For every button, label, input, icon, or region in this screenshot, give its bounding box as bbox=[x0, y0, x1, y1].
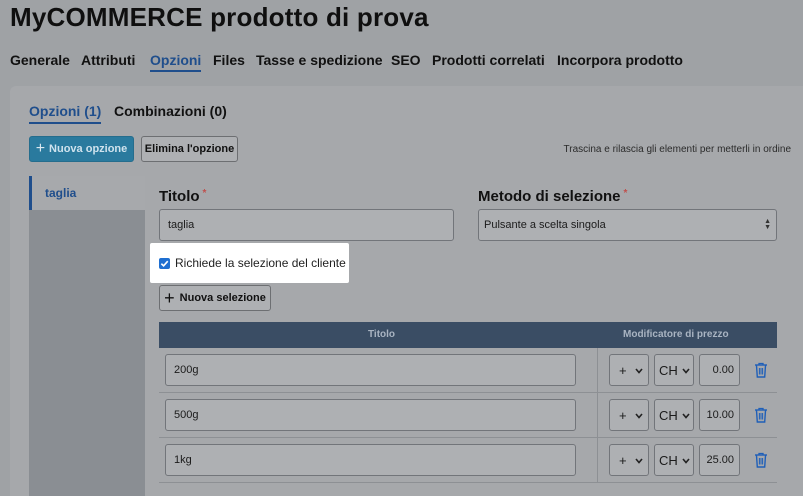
row-divider bbox=[597, 348, 598, 392]
currency-value: CH bbox=[659, 407, 678, 423]
options-sidebar bbox=[29, 176, 145, 496]
title-field-label: Titolo * bbox=[159, 188, 206, 205]
selection-title-input[interactable]: 1kg bbox=[165, 444, 576, 476]
new-selection-button[interactable]: + Nuova selezione bbox=[159, 285, 271, 311]
price-amount-input[interactable]: 0.00 bbox=[699, 354, 740, 386]
tab-tasse-spedizione[interactable]: Tasse e spedizione bbox=[256, 50, 383, 70]
tab-prodotti-correlati[interactable]: Prodotti correlati bbox=[432, 50, 545, 70]
method-field-label: Metodo di selezione * bbox=[478, 188, 627, 205]
tab-generale[interactable]: Generale bbox=[10, 50, 70, 70]
trash-icon[interactable] bbox=[754, 407, 768, 423]
new-selection-label: Nuova selezione bbox=[179, 292, 266, 304]
new-option-label: Nuova opzione bbox=[49, 143, 128, 155]
sidebar-item-taglia[interactable]: taglia bbox=[29, 176, 145, 210]
checkmark-icon bbox=[160, 260, 169, 268]
method-label-text: Metodo di selezione bbox=[478, 188, 621, 205]
chevron-down-icon bbox=[682, 413, 690, 419]
currency-value: CH bbox=[659, 452, 678, 468]
price-sign-value: + bbox=[619, 362, 627, 378]
table-row: 200g + CH 0.00 bbox=[159, 348, 777, 393]
tab-files[interactable]: Files bbox=[213, 50, 245, 70]
drag-hint: Trascina e rilascia gli elementi per met… bbox=[563, 144, 792, 155]
delete-option-button[interactable]: Elimina l'opzione bbox=[141, 136, 238, 162]
option-title-input[interactable]: taglia bbox=[159, 209, 454, 241]
column-title: Titolo bbox=[368, 329, 396, 340]
price-amount-input[interactable]: 10.00 bbox=[699, 399, 740, 431]
price-sign-select[interactable]: + bbox=[609, 354, 649, 386]
column-price-modifier: Modificatore di prezzo bbox=[623, 329, 729, 340]
title-label-text: Titolo bbox=[159, 188, 200, 205]
selection-title-input[interactable]: 200g bbox=[165, 354, 576, 386]
page-title: MyCOMMERCE prodotto di prova bbox=[10, 2, 429, 32]
table-row: 1kg + CH 25.00 bbox=[159, 438, 777, 483]
chevron-down-icon bbox=[682, 368, 690, 374]
new-option-button[interactable]: + Nuova opzione bbox=[29, 136, 134, 162]
trash-icon[interactable] bbox=[754, 362, 768, 378]
plus-icon: + bbox=[164, 288, 175, 308]
subtab-opzioni[interactable]: Opzioni (1) bbox=[29, 101, 102, 124]
trash-icon[interactable] bbox=[754, 452, 768, 468]
currency-value: CH bbox=[659, 362, 678, 378]
subtab-combinazioni[interactable]: Combinazioni (0) bbox=[114, 101, 227, 121]
tab-opzioni[interactable]: Opzioni bbox=[150, 50, 202, 72]
chevron-down-icon bbox=[635, 413, 643, 419]
require-selection-label: Richiede la selezione del cliente bbox=[175, 256, 346, 270]
chevron-down-icon bbox=[635, 368, 643, 374]
select-arrows-icon: ▲ ▼ bbox=[764, 218, 771, 231]
plus-icon: + bbox=[35, 140, 46, 157]
selection-method-value: Pulsante a scelta singola bbox=[484, 219, 606, 231]
required-mark: * bbox=[623, 188, 628, 199]
currency-select[interactable]: CH bbox=[654, 354, 694, 386]
table-row: 500g + CH 10.00 bbox=[159, 393, 777, 438]
tab-attributi[interactable]: Attributi bbox=[81, 50, 135, 70]
price-sign-value: + bbox=[619, 407, 627, 423]
row-divider bbox=[597, 393, 598, 437]
selections-table-header: Titolo Modificatore di prezzo bbox=[159, 322, 777, 348]
row-divider bbox=[597, 438, 598, 482]
price-sign-select[interactable]: + bbox=[609, 399, 649, 431]
require-selection-checkbox[interactable] bbox=[159, 258, 170, 269]
selection-method-select[interactable]: Pulsante a scelta singola ▲ ▼ bbox=[478, 209, 777, 241]
chevron-down-icon bbox=[635, 458, 643, 464]
chevron-down-icon bbox=[682, 458, 690, 464]
price-sign-value: + bbox=[619, 452, 627, 468]
currency-select[interactable]: CH bbox=[654, 399, 694, 431]
currency-select[interactable]: CH bbox=[654, 444, 694, 476]
selection-title-input[interactable]: 500g bbox=[165, 399, 576, 431]
price-amount-input[interactable]: 25.00 bbox=[699, 444, 740, 476]
tab-seo[interactable]: SEO bbox=[391, 50, 421, 70]
required-mark: * bbox=[202, 188, 207, 199]
price-sign-select[interactable]: + bbox=[609, 444, 649, 476]
tab-incorpora-prodotto[interactable]: Incorpora prodotto bbox=[557, 50, 683, 70]
